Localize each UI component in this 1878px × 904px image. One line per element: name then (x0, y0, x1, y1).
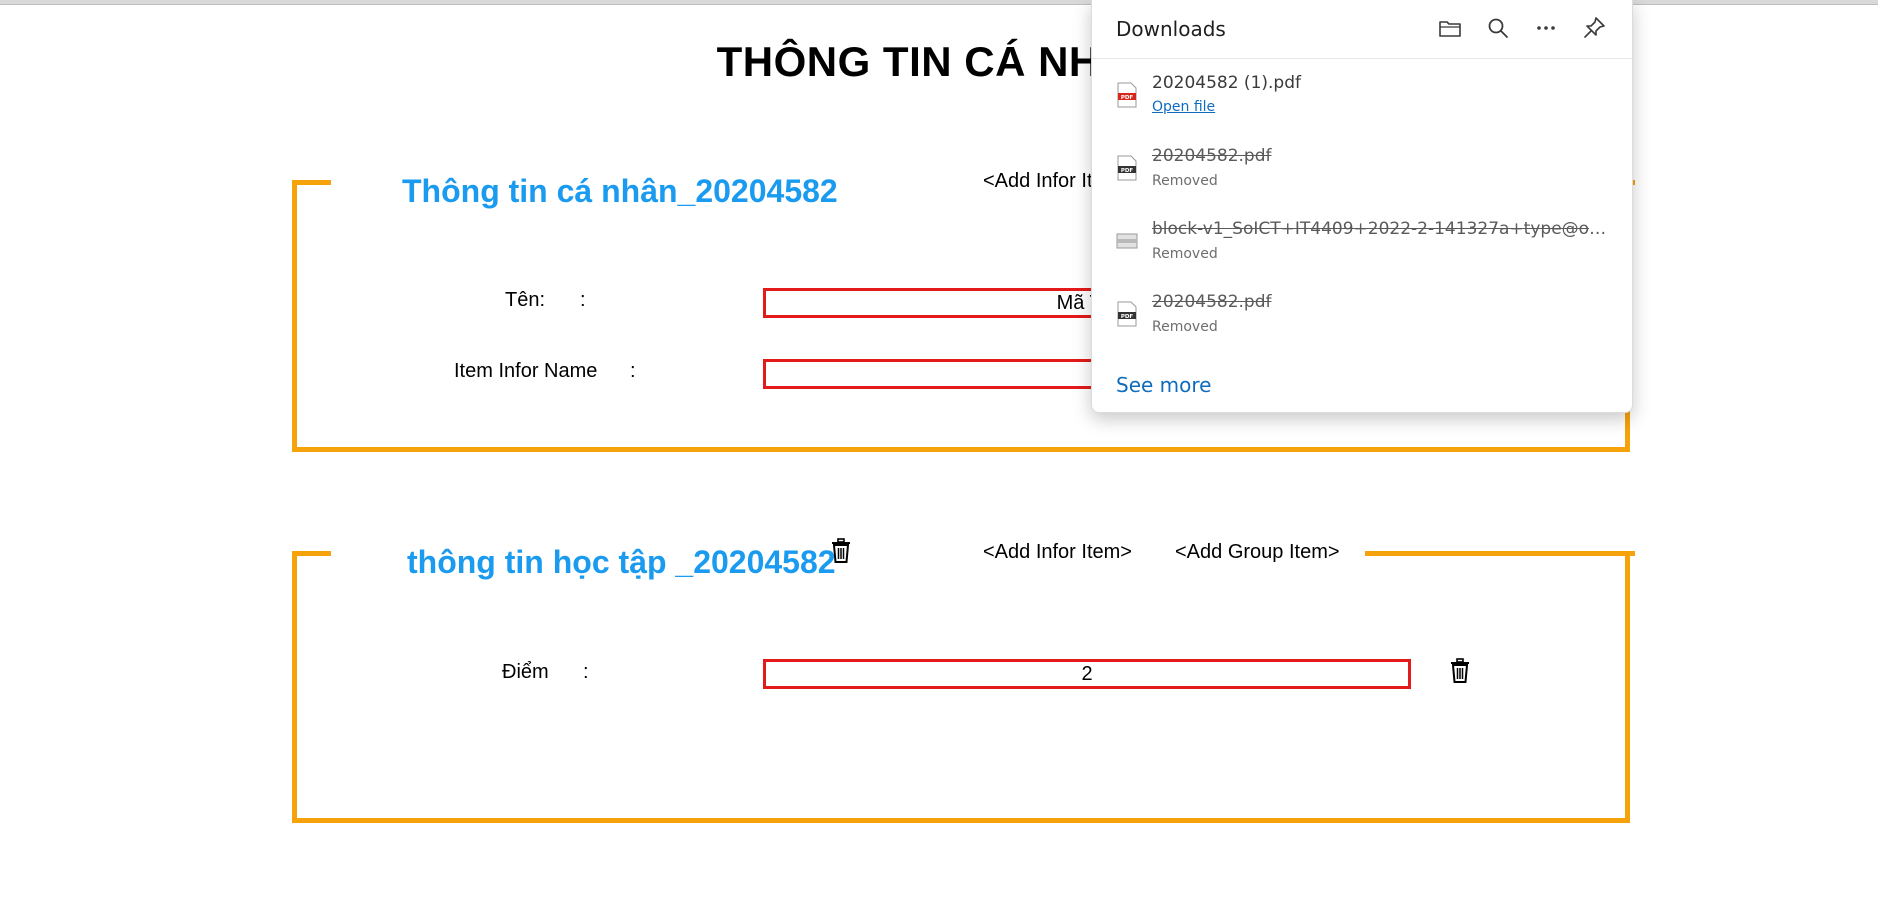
pdf-icon: PDF (1117, 155, 1137, 181)
add-infor-item-link[interactable]: <Add Infor Item> (983, 541, 1132, 564)
score-input[interactable] (763, 659, 1411, 689)
downloads-header: Downloads (1092, 0, 1632, 59)
download-status: Removed (1152, 246, 1218, 262)
more-icon[interactable] (1531, 13, 1561, 43)
group-border-segment (297, 551, 331, 556)
search-icon[interactable] (1483, 13, 1513, 43)
svg-text:PDF: PDF (1121, 314, 1134, 320)
delete-group-icon[interactable] (830, 538, 852, 564)
group-border-segment (297, 180, 331, 185)
downloads-title: Downloads (1116, 17, 1226, 41)
pdf-icon: PDF (1117, 301, 1137, 327)
pin-icon[interactable] (1579, 13, 1609, 43)
group-title: thông tin học tập _20204582 (407, 544, 836, 580)
download-file-name: 20204582 (1).pdf (1152, 73, 1301, 93)
svg-text:PDF: PDF (1121, 168, 1134, 174)
field-colon: : (580, 289, 586, 311)
download-file-name: 20204582.pdf (1152, 146, 1272, 166)
add-group-item-link[interactable]: <Add Group Item> (1175, 541, 1340, 564)
download-item[interactable]: PDF 20204582.pdf Removed (1092, 279, 1632, 349)
folder-icon[interactable] (1435, 13, 1465, 43)
downloads-panel: Downloads PDF 20204582 (1).pdf Open file (1091, 0, 1633, 413)
field-colon: : (630, 360, 636, 382)
field-label: Điểm (502, 661, 549, 683)
group-border-segment (1365, 551, 1635, 556)
download-item[interactable]: block-v1_SoICT+IT4409+2022-2-141327a+typ… (1092, 206, 1632, 276)
download-file-name: block-v1_SoICT+IT4409+2022-2-141327a+typ… (1152, 219, 1612, 239)
svg-text:PDF: PDF (1121, 95, 1134, 101)
download-file-name: 20204582.pdf (1152, 292, 1272, 312)
download-status: Removed (1152, 319, 1218, 335)
file-icon (1116, 233, 1138, 249)
field-label: Tên: (505, 289, 546, 311)
download-item[interactable]: PDF 20204582.pdf Removed (1092, 133, 1632, 203)
see-more-link[interactable]: See more (1116, 373, 1211, 397)
open-file-link[interactable]: Open file (1152, 99, 1215, 115)
delete-item-icon[interactable] (1449, 658, 1471, 684)
pdf-icon: PDF (1117, 82, 1137, 108)
field-colon: : (583, 661, 589, 683)
download-item[interactable]: PDF 20204582 (1).pdf Open file (1092, 60, 1632, 130)
download-status: Removed (1152, 173, 1218, 189)
field-label: Item Infor Name (454, 360, 598, 382)
group-title: Thông tin cá nhân_20204582 (402, 173, 838, 209)
